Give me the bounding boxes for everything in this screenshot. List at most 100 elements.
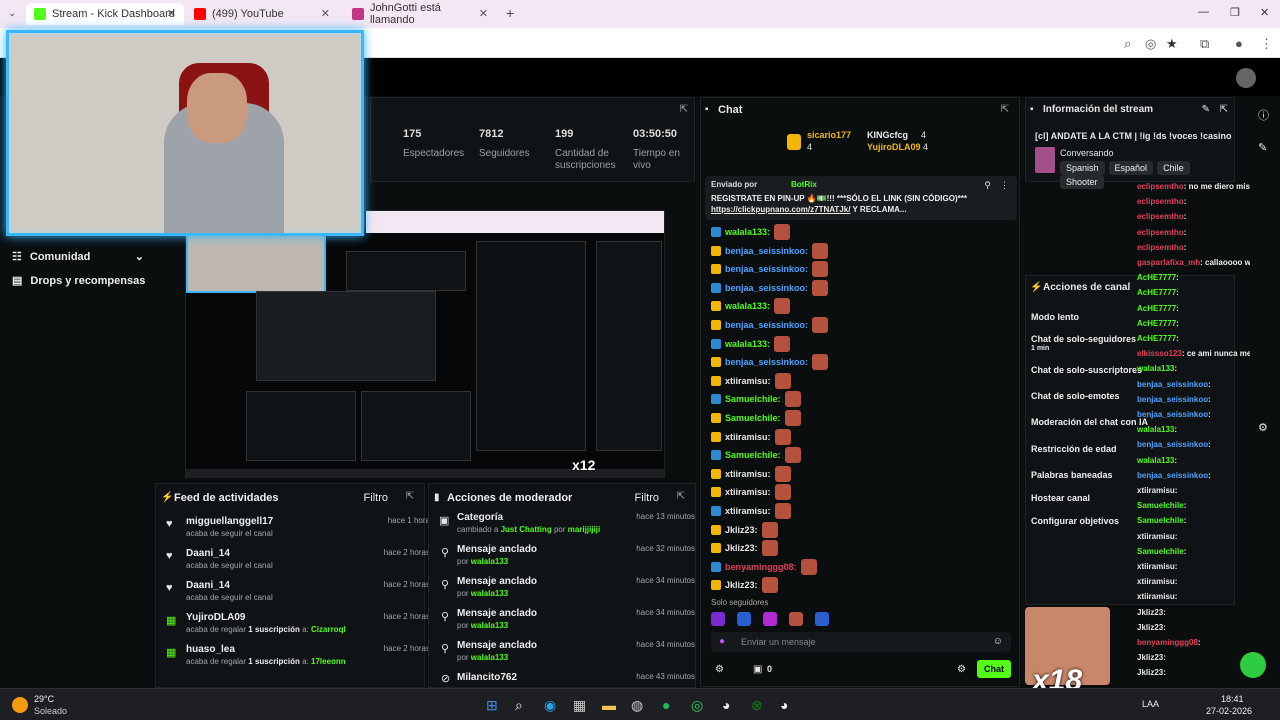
xbox-icon[interactable]: ⊗ [751,697,763,714]
close-tab-icon[interactable]: ✕ [167,7,176,20]
user-avatar[interactable] [1236,68,1256,88]
chat-message[interactable]: xtiiramisu: [711,484,791,501]
chat-username[interactable]: xtiiramisu: [725,432,771,442]
microphone-icon[interactable]: ● [719,636,725,647]
chat-username[interactable]: xtiiramisu: [725,469,771,479]
explorer-icon[interactable]: ▬ [602,697,616,713]
chat-username[interactable]: Jkliz23: [725,543,758,553]
search-icon[interactable]: ⌕ [515,697,523,714]
chat-username[interactable]: Samuelchile: [725,394,781,404]
chat-username[interactable]: benjaa_seissinkoo: [725,283,808,293]
info-icon[interactable]: ⓘ [1258,107,1269,123]
action-ai-moderation[interactable]: Moderación del chat con IA [1031,417,1148,427]
eye-off-icon[interactable]: ◎ [1145,36,1156,52]
chat-message[interactable]: walala133: [711,298,791,315]
chat-username[interactable]: xtiiramisu: [725,487,771,497]
chat-username[interactable]: Jkliz23: [725,525,758,535]
stream-preview[interactable]: x12 [185,210,665,478]
new-tab-button[interactable]: + [506,5,514,21]
close-tab-icon[interactable]: ✕ [479,7,488,20]
support-chat-bubble[interactable] [1240,652,1266,678]
extensions-icon[interactable]: ⧉ [1200,36,1209,52]
action-followers-only[interactable]: Chat de solo-seguidores [1031,334,1136,344]
tab-list-chevron-icon[interactable]: ⌄ [8,8,16,19]
pin-icon[interactable]: ⚲ [984,180,991,191]
popout-icon[interactable]: ⇱ [1001,104,1009,115]
chat-message[interactable]: xtiiramisu: [711,503,791,519]
action-subscribers-only[interactable]: Chat de solo-suscriptores [1031,365,1142,375]
pencil-icon[interactable]: ✎ [1258,141,1267,154]
chat-message[interactable]: Jkliz23: [711,540,778,557]
popout-icon[interactable]: ⇱ [677,491,685,502]
popout-icon[interactable]: ⇱ [406,491,414,502]
chat-message[interactable]: walala133: [711,335,791,352]
tab-instagram[interactable]: JohnGotti está llamando ✕ [344,2,496,26]
action-age-restriction[interactable]: Restricción de edad [1031,444,1117,454]
chat-username[interactable]: xtiiramisu: [725,506,771,516]
chat-username[interactable]: Jkliz23: [725,580,758,590]
minimize-icon[interactable]: — [1198,6,1209,18]
action-emotes-only[interactable]: Chat de solo-emotes [1031,391,1120,401]
pinned-message[interactable]: Enviado por BotRix ⚲ ⋮ REGISTRATE EN PIN… [705,176,1017,220]
chat-username[interactable]: Samuelchile: [725,413,781,423]
obs-icon[interactable]: ◍ [631,697,643,714]
tab-youtube[interactable]: (499) YouTube ✕ [186,3,338,25]
action-goals[interactable]: Configurar objetivos [1031,516,1119,526]
chat-input[interactable]: ● Enviar un mensaje ☺ [711,632,1011,652]
chat-username[interactable]: walala133: [725,301,770,311]
chat-message[interactable]: xtiiramisu: [711,428,791,445]
filter-button[interactable]: Filtro [364,492,388,504]
more-icon[interactable]: ⋮ [1000,180,1009,191]
maximize-icon[interactable]: ❐ [1230,6,1240,19]
chat-message[interactable]: Samuelchile: [711,410,801,426]
filter-button[interactable]: Filtro [635,492,659,504]
emoji-icon[interactable]: ☺ [993,636,1003,647]
chat-message[interactable]: benjaa_seissinkoo: [711,261,829,278]
chrome-icon[interactable]: ◕ [722,697,730,713]
chat-username[interactable]: walala133: [725,227,770,237]
chat-message[interactable]: benjaa_seissinkoo: [711,242,829,259]
chat-message[interactable]: benjaa_seissinkoo: [711,354,829,371]
chat-message[interactable]: benjaa_seissinkoo: [711,317,829,333]
chat-username[interactable]: xtiiramisu: [725,376,771,386]
close-window-icon[interactable]: ✕ [1260,6,1269,19]
spotify-icon[interactable]: ● [662,697,670,713]
chat-username[interactable]: benjaa_seissinkoo: [725,320,808,330]
chat-message[interactable]: Jkliz23: [711,577,778,594]
chat-username[interactable]: benjaa_seissinkoo: [725,246,808,256]
browser-menu-icon[interactable]: ⋮ [1260,36,1273,52]
action-host-channel[interactable]: Hostear canal [1031,493,1090,503]
chat-username[interactable]: benyaminggg08: [725,562,797,572]
whatsapp-icon[interactable]: ◎ [691,697,703,714]
chat-username[interactable]: walala133: [725,339,770,349]
store-icon[interactable]: ▦ [573,697,586,714]
zoom-icon[interactable]: ⌕ [1124,36,1131,52]
action-slow-mode[interactable]: Modo lento [1031,312,1079,322]
chat-settings-icon[interactable]: ⚙ [957,664,966,675]
chat-message[interactable]: Samuelchile: [711,391,801,408]
chat-message[interactable]: benyaminggg08: [711,558,817,575]
chat-username[interactable]: benjaa_seissinkoo: [725,357,808,367]
chat-message[interactable]: Jkliz23: [711,521,778,538]
close-tab-icon[interactable]: ✕ [321,7,330,20]
chat-message[interactable]: xtiiramisu: [711,372,791,389]
chat-message[interactable]: walala133: [711,224,791,240]
windows-start-icon[interactable]: ⊞ [486,697,498,714]
tab-kick-dashboard[interactable]: Stream - Kick Dashboard ✕ [26,3,184,25]
action-banned-words[interactable]: Palabras baneadas [1031,470,1113,480]
profile-icon[interactable]: ● [1235,36,1243,51]
chat-username[interactable]: Samuelchile: [725,450,781,460]
chat-username[interactable]: benjaa_seissinkoo: [725,264,808,274]
edit-icon[interactable]: ✎ [1202,104,1210,115]
chat-message[interactable]: Samuelchile: [711,447,801,464]
sidebar-item-drops[interactable]: ▤ Drops y recompensas [12,274,145,288]
bookmark-star-icon[interactable]: ★ [1166,36,1178,52]
sidebar-item-comunidad[interactable]: ☷ Comunidad ⌄ [12,250,144,264]
edge-icon[interactable]: ◉ [544,697,556,714]
popout-icon[interactable]: ⇱ [680,104,688,115]
send-chat-button[interactable]: Chat [977,660,1011,678]
chat-message[interactable]: xtiiramisu: [711,465,791,482]
settings-icon[interactable]: ⚙ [1258,421,1268,434]
popout-icon[interactable]: ⇱ [1220,104,1228,115]
settings-gear-icon[interactable]: ⚙ [715,664,724,675]
